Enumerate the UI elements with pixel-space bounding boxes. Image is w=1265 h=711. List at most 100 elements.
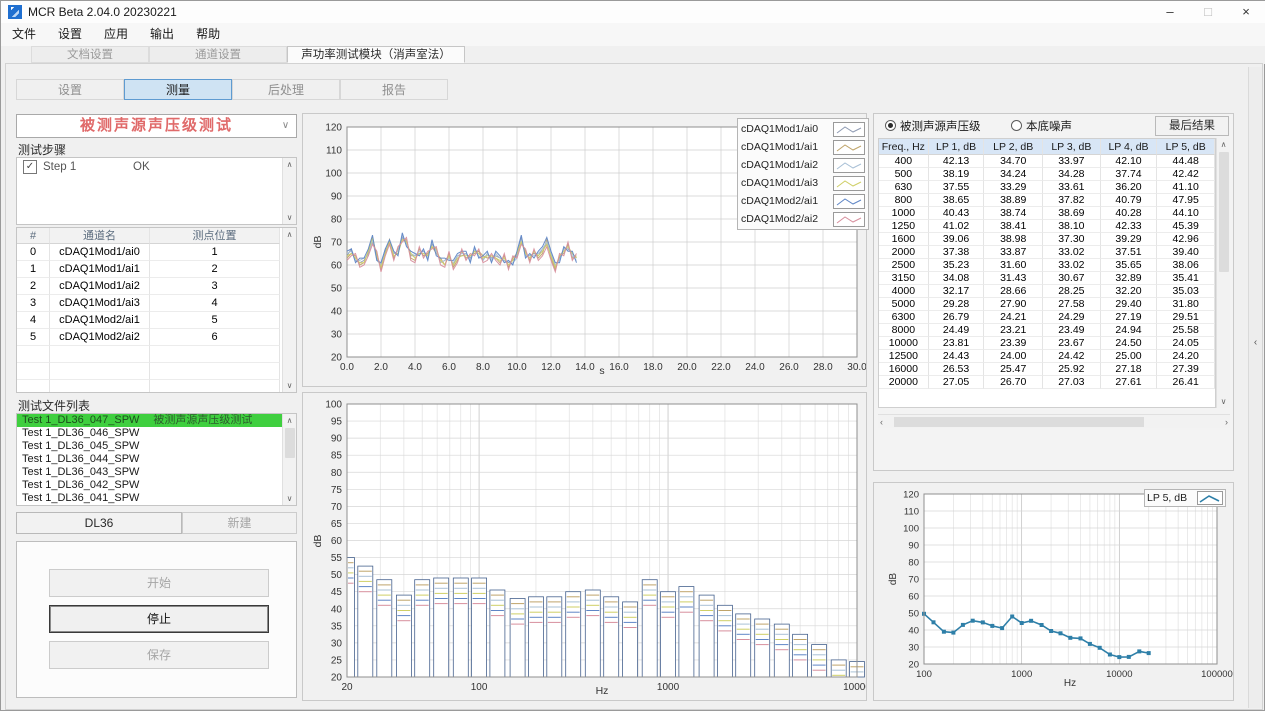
table-cell: 测点位置 — [150, 228, 280, 244]
table-cell: 26.53 — [929, 363, 985, 376]
menu-file[interactable]: 文件 — [1, 23, 47, 46]
file-list-item[interactable]: Test 1_DL36_044_SPW — [17, 453, 296, 466]
table-cell: LP 4, dB — [1101, 139, 1158, 155]
final-result-button[interactable]: 最后结果 — [1155, 116, 1229, 136]
channel-table-scrollbar[interactable]: ∧ ∨ — [282, 228, 296, 392]
table-cell: 3150 — [879, 272, 929, 285]
tab-sound-power-module[interactable]: 声功率测试模块（消声室法） — [287, 46, 465, 63]
scroll-up-icon[interactable]: ∧ — [1217, 138, 1230, 151]
dl36-button[interactable]: DL36 — [16, 512, 182, 534]
spectrum-bar-chart: 2025303540455055606570758085909510020100… — [302, 392, 867, 701]
background-noise-radio[interactable] — [1011, 120, 1022, 131]
tab-channel-settings[interactable]: 通道设置 — [149, 46, 287, 63]
file-list-scrollbar[interactable]: ∧ ∨ — [282, 414, 296, 505]
test-type-combobox[interactable]: 被测声源声压级测试 ∨ — [16, 114, 297, 138]
chevron-down-icon[interactable]: ∨ — [277, 117, 294, 135]
table-cell: 31.80 — [1157, 298, 1215, 311]
table-cell: 27.90 — [984, 298, 1043, 311]
table-cell: 38.69 — [1043, 207, 1101, 220]
scroll-down-icon[interactable]: ∨ — [283, 379, 296, 392]
svg-text:60: 60 — [331, 261, 343, 272]
scroll-left-icon[interactable]: ‹ — [880, 415, 883, 429]
table-cell: 5 — [150, 312, 280, 329]
test-type-label: 被测声源声压级测试 — [17, 115, 296, 137]
scroll-down-icon[interactable]: ∨ — [1217, 395, 1230, 408]
table-cell: 39.06 — [929, 233, 985, 246]
start-button[interactable]: 开始 — [49, 569, 269, 597]
collapse-left-icon[interactable]: ‹ — [1250, 337, 1261, 348]
file-name: Test 1_DL36_046_SPW — [22, 427, 139, 439]
file-list-item[interactable]: Test 1_DL36_041_SPW — [17, 492, 296, 505]
svg-text:120: 120 — [325, 123, 342, 134]
file-list-item[interactable]: Test 1_DL36_045_SPW — [17, 440, 296, 453]
table-cell: 44.10 — [1157, 207, 1215, 220]
svg-text:12.0: 12.0 — [541, 362, 561, 373]
file-list-item[interactable]: Test 1_DL36_043_SPW — [17, 466, 296, 479]
channel-table-row: 5cDAQ1Mod2/ai26 — [17, 329, 296, 346]
step-row[interactable]: ✓Step 1OK — [17, 158, 296, 176]
menu-help[interactable]: 帮助 — [185, 23, 231, 46]
table-cell: 23.81 — [929, 337, 985, 350]
table-cell: 29.40 — [1101, 298, 1158, 311]
svg-text:50: 50 — [908, 609, 919, 620]
channel-table-row: 4cDAQ1Mod2/ai15 — [17, 312, 296, 329]
table-cell — [150, 363, 280, 380]
menu-output[interactable]: 输出 — [139, 23, 185, 46]
scroll-up-icon[interactable]: ∧ — [283, 414, 296, 427]
steps-list[interactable]: ∧ ∨ ✓Step 1OK — [16, 157, 297, 225]
table-cell: LP 2, dB — [984, 139, 1043, 155]
scrollbar-thumb[interactable] — [894, 417, 1144, 427]
maximize-button[interactable]: □ — [1189, 1, 1227, 23]
svg-text:30: 30 — [331, 638, 343, 649]
minimize-button[interactable]: – — [1151, 1, 1189, 23]
scroll-down-icon[interactable]: ∨ — [283, 492, 296, 505]
result-table-row: 50038.1934.2434.2837.7442.42 — [879, 168, 1215, 181]
result-table-vscrollbar[interactable]: ∧ ∨ — [1216, 138, 1230, 408]
scroll-down-icon[interactable]: ∨ — [283, 211, 296, 224]
scroll-right-icon[interactable]: › — [1225, 415, 1228, 429]
table-cell: 通道名 — [50, 228, 150, 244]
file-list-item[interactable]: Test 1_DL36_042_SPW — [17, 479, 296, 492]
svg-text:80: 80 — [331, 468, 343, 479]
close-button[interactable]: × — [1227, 1, 1265, 23]
subtab-report[interactable]: 报告 — [340, 79, 448, 100]
scroll-up-icon[interactable]: ∧ — [283, 228, 296, 241]
table-cell: 12500 — [879, 350, 929, 363]
table-cell: 2500 — [879, 259, 929, 272]
scrollbar-thumb[interactable] — [285, 428, 295, 458]
table-cell: 33.87 — [984, 246, 1043, 259]
result-table-hscrollbar[interactable]: ‹ › — [878, 414, 1230, 428]
table-cell: 1 — [17, 261, 50, 278]
file-list-item[interactable]: Test 1_DL36_047_SPW被测声源声压级测试 — [17, 414, 296, 427]
table-cell: 1250 — [879, 220, 929, 233]
stop-button[interactable]: 停止 — [49, 605, 269, 633]
source-level-radio[interactable] — [885, 120, 896, 131]
table-cell: 2 — [150, 261, 280, 278]
table-cell: 23.49 — [1043, 324, 1101, 337]
title-bar: MCR Beta 2.04.0 20230221 – □ × — [1, 1, 1265, 24]
menu-settings[interactable]: 设置 — [47, 23, 93, 46]
table-cell: 6 — [150, 329, 280, 346]
file-list-item[interactable]: Test 1_DL36_046_SPW — [17, 427, 296, 440]
scroll-up-icon[interactable]: ∧ — [283, 158, 296, 171]
table-cell: 24.50 — [1101, 337, 1158, 350]
channel-table-header: #通道名测点位置 — [17, 228, 296, 244]
scrollbar-thumb[interactable] — [1219, 152, 1229, 272]
new-button[interactable]: 新建 — [182, 512, 297, 534]
table-cell: 27.58 — [1043, 298, 1101, 311]
subtab-setup[interactable]: 设置 — [16, 79, 124, 100]
legend-label: cDAQ1Mod2/ai2 — [741, 213, 829, 225]
tab-doc-settings[interactable]: 文档设置 — [31, 46, 149, 63]
svg-text:Hz: Hz — [596, 685, 609, 697]
table-cell: 400 — [879, 155, 929, 168]
save-button[interactable]: 保存 — [49, 641, 269, 669]
subtab-postprocess[interactable]: 后处理 — [232, 79, 340, 100]
step-checkbox[interactable]: ✓ — [23, 160, 37, 174]
table-cell: 38.65 — [929, 194, 985, 207]
subtab-measure[interactable]: 测量 — [124, 79, 232, 100]
file-name: Test 1_DL36_043_SPW — [22, 466, 139, 478]
table-cell: 38.89 — [984, 194, 1043, 207]
menu-apply[interactable]: 应用 — [93, 23, 139, 46]
steps-scrollbar[interactable]: ∧ ∨ — [282, 158, 296, 224]
table-cell: 33.97 — [1043, 155, 1101, 168]
